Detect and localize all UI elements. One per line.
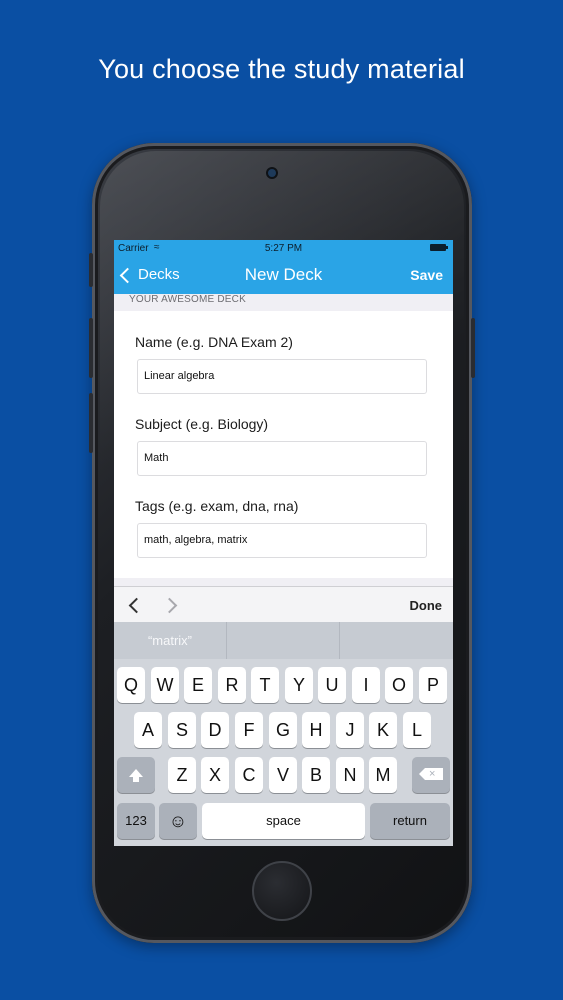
subject-field[interactable]: Math <box>137 441 427 476</box>
keyboard: Q W E R T Y U I O P A S D F G H J K L Z … <box>114 659 453 846</box>
key-l[interactable]: L <box>403 712 431 748</box>
key-w[interactable]: W <box>151 667 179 703</box>
name-field[interactable]: Linear algebra <box>137 359 427 394</box>
key-d[interactable]: D <box>201 712 229 748</box>
phone-screen: Carrier ≈ 5:27 PM Decks New Deck Save YO… <box>114 240 453 846</box>
front-camera <box>268 169 276 177</box>
key-j[interactable]: J <box>336 712 364 748</box>
volume-down-button <box>89 393 93 453</box>
key-v[interactable]: V <box>269 757 297 793</box>
next-field-icon[interactable] <box>161 597 178 614</box>
key-q[interactable]: Q <box>117 667 145 703</box>
numbers-key[interactable]: 123 <box>117 803 155 839</box>
suggestion-item[interactable]: “matrix” <box>114 622 226 659</box>
navigation-bar: Decks New Deck Save <box>114 258 453 294</box>
done-button[interactable]: Done <box>410 598 443 613</box>
keyboard-toolbar: Done <box>114 586 453 623</box>
key-u[interactable]: U <box>318 667 346 703</box>
key-o[interactable]: O <box>385 667 413 703</box>
key-r[interactable]: R <box>218 667 246 703</box>
shift-icon <box>129 769 143 782</box>
suggestion-bar: “matrix” <box>114 622 453 659</box>
home-button[interactable] <box>252 861 312 921</box>
name-label: Name (e.g. DNA Exam 2) <box>135 334 293 350</box>
space-key[interactable]: space <box>202 803 365 839</box>
page-title: New Deck <box>244 265 323 284</box>
key-g[interactable]: G <box>269 712 297 748</box>
key-i[interactable]: I <box>352 667 380 703</box>
status-bar: Carrier ≈ 5:27 PM <box>114 240 453 258</box>
key-m[interactable]: M <box>369 757 397 793</box>
key-e[interactable]: E <box>184 667 212 703</box>
subject-label: Subject (e.g. Biology) <box>135 416 269 432</box>
deck-form: Name (e.g. DNA Exam 2) Linear algebra Su… <box>114 311 453 578</box>
suggestion-item[interactable] <box>340 622 453 659</box>
key-s[interactable]: S <box>168 712 196 748</box>
battery-icon <box>430 244 448 251</box>
status-time: 5:27 PM <box>264 243 303 254</box>
delete-key[interactable]: × <box>412 757 450 793</box>
volume-up-button <box>89 318 93 378</box>
key-p[interactable]: P <box>419 667 447 703</box>
key-z[interactable]: Z <box>168 757 196 793</box>
previous-field-icon[interactable] <box>128 597 145 614</box>
tags-label: Tags (e.g. exam, dna, rna) <box>135 498 299 514</box>
key-t[interactable]: T <box>251 667 279 703</box>
emoji-key[interactable]: ☺ <box>159 803 197 839</box>
key-x[interactable]: X <box>201 757 229 793</box>
tags-field[interactable]: math, algebra, matrix <box>137 523 427 558</box>
suggestion-item[interactable] <box>227 622 339 659</box>
key-n[interactable]: N <box>336 757 364 793</box>
emoji-icon: ☺ <box>168 811 188 831</box>
key-b[interactable]: B <box>302 757 330 793</box>
key-c[interactable]: C <box>235 757 263 793</box>
key-h[interactable]: H <box>302 712 330 748</box>
save-button[interactable]: Save <box>410 267 443 283</box>
key-k[interactable]: K <box>369 712 397 748</box>
headline: You choose the study material <box>98 54 465 84</box>
section-header: YOUR AWESOME DECK <box>129 294 246 305</box>
backspace-icon: × <box>419 768 443 780</box>
return-key[interactable]: return <box>370 803 450 839</box>
key-y[interactable]: Y <box>285 667 313 703</box>
mute-switch <box>89 253 93 287</box>
power-button <box>471 318 475 378</box>
shift-key[interactable] <box>117 757 155 793</box>
key-a[interactable]: A <box>134 712 162 748</box>
key-f[interactable]: F <box>235 712 263 748</box>
